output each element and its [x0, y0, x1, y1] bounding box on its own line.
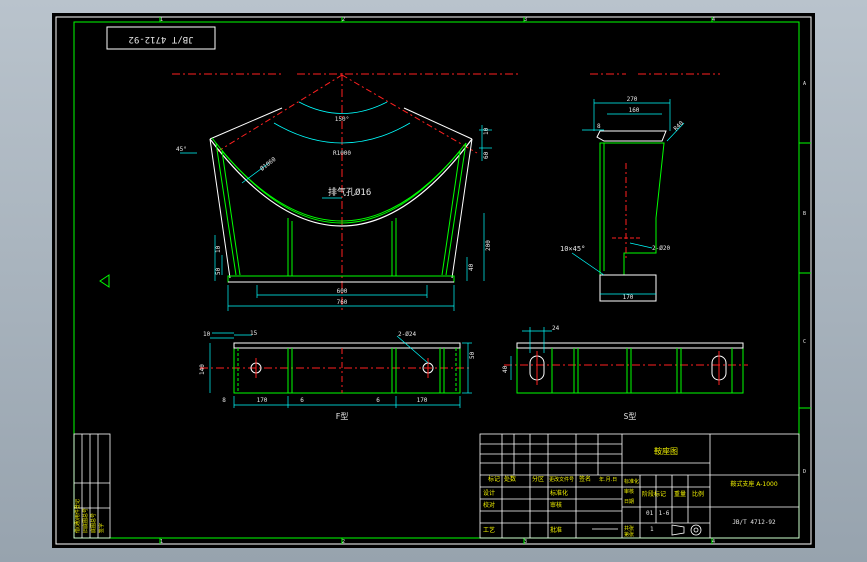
- dim-bottom-s4: 170: [417, 397, 428, 404]
- dim-top-tab2: 60: [483, 151, 490, 159]
- stamp-text-3: 底图总号: [90, 513, 97, 533]
- dim-width-outer: 760: [337, 299, 348, 306]
- tb-sheet-no: 第张: [624, 531, 634, 538]
- tb-sheets-total: 共张: [624, 525, 634, 532]
- dim-bottom-b: 15: [250, 330, 258, 337]
- zone-right-b: B: [803, 211, 806, 217]
- part-label: 1-6: [659, 510, 670, 517]
- stamp-text-2: 旧底图总号: [82, 508, 89, 533]
- dim-inner-dia: Ø1060: [259, 156, 278, 173]
- dim-side-width: 270: [627, 96, 638, 103]
- dim-bottom-s2: 6: [300, 397, 304, 404]
- tb-col-sign: 签名: [579, 475, 591, 483]
- bottom-view-s: 24 40 S型: [502, 325, 748, 421]
- tb-row-check: 校对: [483, 501, 495, 509]
- dim-bottom-t: 8: [222, 397, 226, 404]
- view-label-f: F型: [336, 412, 349, 421]
- tb-row-review: 审核: [550, 501, 562, 509]
- dim-left-a: 10: [215, 245, 222, 253]
- tb-row-design: 设计: [483, 489, 495, 497]
- dim-side-base: 170: [623, 294, 634, 301]
- tb-stage-mark: 阶段标记: [642, 490, 666, 498]
- dim-total-height: 200: [485, 240, 492, 251]
- tb-col-count: 处数: [504, 475, 516, 483]
- centering-mark-icon: [99, 274, 110, 288]
- side-view: 270 160 8 R40 10×45° 2-Ø20 170: [560, 73, 720, 302]
- dim-wedge: 45°: [176, 146, 187, 153]
- drawing-sheet: 1 2 3 4 1 2 3 4 A B C D JB/T 4712-92 150…: [52, 13, 815, 548]
- tb-col-zone: 分区: [532, 475, 544, 483]
- bottom-view-f: 10 15 2-Ø24 140 170 6 6 170 8 50 F型: [199, 330, 476, 421]
- dim-side-height: 40: [468, 263, 475, 271]
- tb-scale: 比例: [692, 490, 704, 498]
- front-view: 150° R1000 Ø1060 45° 排气孔Ø16 600 760 200 …: [172, 73, 520, 313]
- dim-bottom-height: 140: [199, 364, 206, 375]
- zone-top-1: 1: [160, 17, 163, 23]
- dim-bottom-s3: 6: [376, 397, 380, 404]
- engineering-drawing: 1 2 3 4 1 2 3 4 A B C D JB/T 4712-92 150…: [55, 16, 812, 545]
- dim-sview-h: 40: [502, 365, 509, 373]
- drawing-title: 鞍座图: [654, 446, 678, 456]
- tb-col-change: 更改文件号: [549, 476, 574, 483]
- dim-chamfer: 10×45°: [560, 245, 585, 253]
- zone-top-2: 2: [342, 17, 345, 23]
- tb-mid-std: 标准化: [624, 478, 639, 485]
- stamp-text-4: 签字: [98, 523, 105, 533]
- tb-mid-date: 日期: [624, 499, 634, 505]
- tb-row-approve: 批准: [550, 526, 562, 534]
- outer-border: [55, 16, 812, 545]
- dim-left-b: 50: [215, 267, 222, 275]
- zone-right-a: A: [803, 81, 806, 87]
- tb-row-std: 标准化: [550, 489, 568, 497]
- zone-top-3: 3: [524, 17, 527, 23]
- tb-row-process: 工艺: [483, 526, 495, 534]
- tb-mid-review: 审核: [624, 488, 634, 495]
- dim-bottom-s1: 170: [257, 397, 268, 404]
- inner-border: [73, 21, 800, 539]
- dim-side-width2: 160: [629, 107, 640, 114]
- standard-number-bottom: JB/T 4712-92: [732, 519, 776, 526]
- tb-col-date: 年.月.日: [599, 476, 617, 483]
- dim-side-radius: R40: [672, 120, 685, 133]
- stamp-text-1: 借(通)用件登记: [74, 499, 81, 533]
- zone-right-d: D: [803, 469, 806, 475]
- projection-symbol-icon: [671, 524, 702, 536]
- dim-sview-a: 24: [552, 325, 560, 332]
- zone-bottom-4: 4: [712, 539, 715, 545]
- tb-col-mark: 标记: [488, 475, 500, 483]
- tb-weight: 重量: [674, 490, 686, 498]
- view-label-s: S型: [624, 412, 637, 421]
- vent-hole-note: 排气孔Ø16: [328, 186, 371, 198]
- dim-side-thick: 8: [597, 123, 601, 130]
- dim-radius: R1000: [333, 150, 351, 157]
- zone-bottom-2: 2: [342, 539, 345, 545]
- dim-side-hole: 2-Ø20: [652, 245, 670, 252]
- zone-right-c: C: [803, 339, 806, 345]
- zone-bottom-1: 1: [160, 539, 163, 545]
- dim-bottom-hole: 2-Ø24: [398, 331, 416, 338]
- zone-top-4: 4: [712, 17, 715, 23]
- qty-value: 1: [650, 526, 654, 533]
- zone-bottom-3: 3: [524, 539, 527, 545]
- standard-number-top: JB/T 4712-92: [128, 34, 193, 44]
- dim-bottom-h2: 50: [469, 351, 476, 359]
- zone-ticks: [159, 17, 811, 544]
- drawing-subtitle: 鞍式支座 A-1000: [730, 480, 777, 488]
- mark-value: 01: [646, 510, 654, 517]
- dim-top-tab: 10: [483, 127, 490, 135]
- dim-angle: 150°: [335, 116, 349, 123]
- dim-width-inner: 600: [337, 288, 348, 295]
- dim-bottom-a: 10: [203, 331, 211, 338]
